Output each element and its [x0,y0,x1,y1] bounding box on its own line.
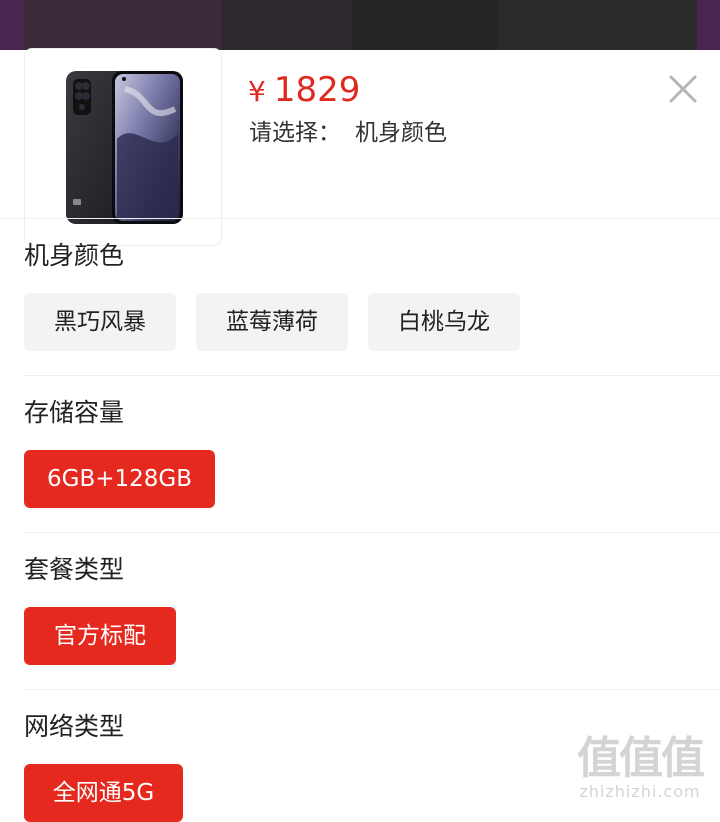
option-network-1[interactable]: 全网通5G [24,764,183,822]
section-divider [24,689,720,690]
select-value: 机身颜色 [355,120,447,146]
option-color-3[interactable]: 白桃乌龙 [368,293,520,351]
select-label: 请选择： [249,120,341,146]
section-title-network: 网络类型 [24,712,125,741]
option-package-1[interactable]: 官方标配 [24,607,176,665]
background-page-strip [0,0,720,50]
watermark-logo: 值值值 [577,733,705,784]
sku-selection-sheet: ¥1829 请选择： 机身颜色 机身颜色 黑巧风暴 蓝莓薄荷 白桃乌龙 存储容量 … [0,48,720,822]
section-divider [24,532,720,533]
product-price: ¥1829 [248,70,360,112]
option-color-2[interactable]: 蓝莓薄荷 [196,293,348,351]
section-divider [24,375,720,376]
option-storage-1[interactable]: 6GB+128GB [24,450,215,508]
close-button[interactable] [664,70,702,108]
product-thumbnail [24,48,222,246]
currency-symbol: ¥ [248,75,266,108]
phone-image [66,71,183,224]
option-color-1[interactable]: 黑巧风暴 [24,293,176,351]
section-title-color: 机身颜色 [24,241,125,270]
price-value: 1829 [273,70,361,110]
section-title-package: 套餐类型 [24,555,125,584]
selection-prompt: 请选择： 机身颜色 [249,118,447,148]
site-watermark: 值值值 zhizhizhi.com [566,735,714,801]
close-icon [669,75,697,103]
section-title-storage: 存储容量 [24,398,125,427]
watermark-url: zhizhizhi.com [579,782,701,801]
header-divider [0,218,720,219]
